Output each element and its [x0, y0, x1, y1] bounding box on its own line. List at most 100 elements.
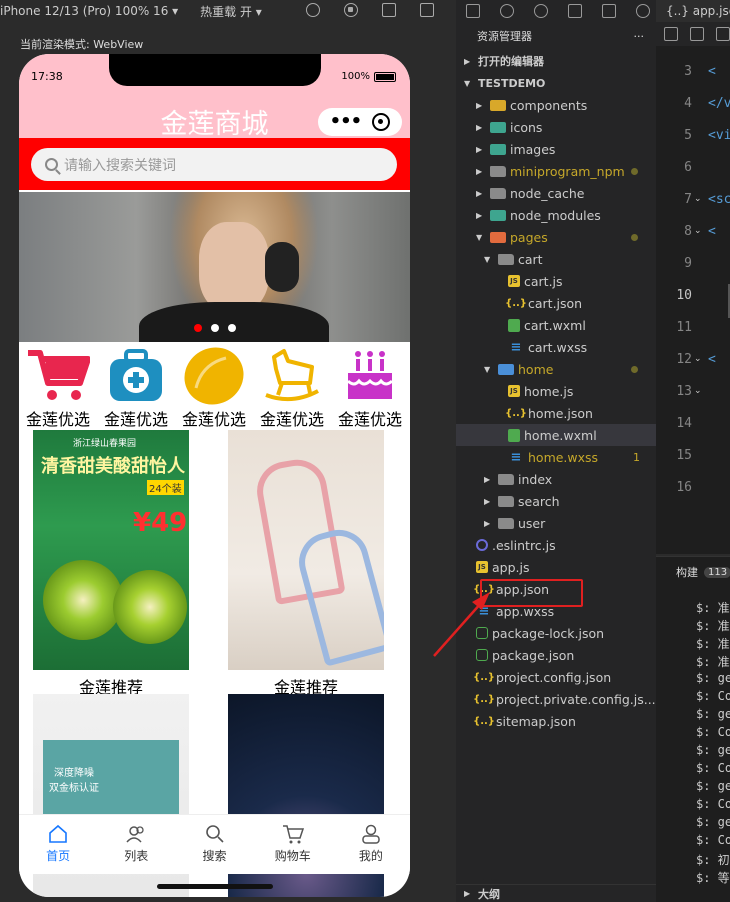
chevron-right-icon: ▶ — [464, 889, 471, 898]
tree-item[interactable]: ▶ components — [456, 94, 656, 116]
tree-item[interactable]: {..} home.json — [456, 402, 656, 424]
close-miniprogram-icon[interactable] — [372, 113, 391, 131]
fold-chevron-icon[interactable]: ⌄ — [694, 354, 702, 364]
outline-section[interactable]: ▶ 大纲 — [456, 884, 656, 902]
menu-capsule[interactable]: ••• — [318, 108, 402, 136]
category-item[interactable]: 金莲优选 — [253, 344, 331, 432]
terminal-line: $: 准备 — [696, 601, 730, 615]
tree-item-label: sitemap.json — [496, 713, 576, 729]
tree-item[interactable]: home.wxml — [456, 424, 656, 446]
more-actions-button[interactable]: ··· — [634, 30, 645, 43]
category-item[interactable]: 金莲优选 — [19, 344, 97, 432]
json-icon: {..} — [505, 297, 527, 309]
source-control-icon[interactable] — [534, 4, 548, 18]
category-item[interactable]: 金莲优选 — [331, 344, 409, 432]
stop-icon[interactable] — [344, 3, 358, 17]
tree-item[interactable]: cart.wxml — [456, 314, 656, 336]
tree-item[interactable]: JS home.js — [456, 380, 656, 402]
tree-item[interactable]: ▶ node_modules — [456, 204, 656, 226]
tree-item[interactable]: ≡ cart.wxss — [456, 336, 656, 358]
image-tag: 24个装 — [147, 480, 184, 495]
tree-item-label: index — [518, 471, 553, 487]
chevron-down-icon: ▼ — [484, 254, 491, 264]
tree-item[interactable]: ≡ home.wxss 1 — [456, 446, 656, 468]
project-section[interactable]: ▼ TESTDEMO — [456, 72, 656, 94]
tree-item[interactable]: JS app.js — [456, 556, 656, 578]
tab-search[interactable]: 搜索 — [175, 815, 253, 874]
tree-item[interactable]: ▶ search — [456, 490, 656, 512]
tree-item[interactable]: {..} sitemap.json — [456, 710, 656, 732]
tree-item[interactable]: .eslintrc.js — [456, 534, 656, 556]
navigation-bar: 金莲商城 ••• — [19, 98, 410, 140]
tree-item-label: components — [510, 97, 588, 113]
hot-reload-toggle[interactable]: 热重载 开 ▾ — [200, 3, 262, 20]
open-editors-section[interactable]: ▶ 打开的编辑器 — [456, 50, 656, 72]
fold-chevron-icon[interactable]: ⌄ — [694, 194, 702, 204]
phone-icon[interactable] — [382, 3, 396, 17]
product-card[interactable]: 金莲推荐 — [228, 430, 384, 698]
cart-icon — [254, 823, 332, 845]
product-card[interactable]: 浙江绿山春果园 清香甜美酸甜怡人 24个装 ¥49.9 金莲推荐 — [33, 430, 189, 698]
simulator-tool-icons — [306, 3, 434, 17]
search-icon[interactable] — [500, 4, 514, 18]
tree-item[interactable]: ▼ pages — [456, 226, 656, 248]
fold-chevron-icon[interactable]: ⌄ — [694, 386, 702, 396]
swiper-dot[interactable] — [193, 324, 202, 332]
editor-tab[interactable]: {..} app.json — [656, 0, 730, 22]
tree-item-label: search — [518, 493, 560, 509]
tree-item[interactable]: {..} project.config.json — [456, 666, 656, 688]
panel-tab[interactable]: 构建 113 — [656, 557, 730, 587]
swiper-dot[interactable] — [227, 324, 236, 332]
list-icon[interactable] — [664, 27, 678, 41]
tree-item[interactable]: JS cart.js — [456, 270, 656, 292]
refresh-icon[interactable] — [306, 3, 320, 17]
js-icon: JS — [508, 385, 520, 397]
tree-item[interactable]: ▶ images — [456, 138, 656, 160]
search-bar: 请输入搜索关键词 — [19, 138, 410, 190]
line-number: 16 — [676, 480, 692, 495]
tree-item-label: package.json — [492, 647, 575, 663]
code-line: < — [708, 64, 716, 79]
tree-item[interactable]: {..} project.private.config.js... — [456, 688, 656, 710]
tree-item[interactable]: ▼ home — [456, 358, 656, 380]
banner-swiper[interactable] — [19, 192, 410, 342]
tab-home[interactable]: 首页 — [19, 815, 97, 874]
tree-item[interactable]: ▶ miniprogram_npm — [456, 160, 656, 182]
search-input[interactable]: 请输入搜索关键词 — [31, 148, 397, 181]
chevron-right-icon: ▶ — [464, 56, 471, 66]
extensions-icon[interactable] — [568, 4, 582, 18]
terminal-line: $: 准备 — [696, 619, 730, 633]
tree-item[interactable]: ▶ icons — [456, 116, 656, 138]
tree-item[interactable]: ▼ cart — [456, 248, 656, 270]
folder-icon — [498, 517, 514, 529]
tree-item[interactable]: ▶ user — [456, 512, 656, 534]
tree-item-label: images — [510, 141, 556, 157]
device-selector[interactable]: iPhone 12/13 (Pro) 100% 16 ▾ — [0, 4, 178, 18]
rocking-horse-icon — [253, 344, 331, 406]
banner-face — [199, 222, 269, 312]
chevron-right-icon: ▶ — [484, 518, 491, 528]
category-item[interactable]: 金莲优选 — [97, 344, 175, 432]
tree-item[interactable]: {..} cart.json — [456, 292, 656, 314]
storage-icon[interactable] — [602, 4, 616, 18]
bookmark-icon[interactable] — [690, 27, 704, 41]
tab-list[interactable]: 列表 — [97, 815, 175, 874]
chevron-right-icon: ▶ — [476, 122, 483, 132]
tree-item[interactable]: ▶ index — [456, 468, 656, 490]
swiper-dot[interactable] — [210, 324, 219, 332]
files-icon[interactable] — [466, 4, 480, 18]
tab-cart[interactable]: 购物车 — [254, 815, 332, 874]
category-label: 金莲优选 — [337, 410, 402, 429]
category-item[interactable]: 金莲优选 — [175, 344, 253, 432]
back-icon[interactable] — [716, 27, 730, 41]
window-icon[interactable] — [420, 3, 434, 17]
docker-icon[interactable] — [636, 4, 650, 18]
folder-icon — [498, 495, 514, 507]
more-dots-icon[interactable]: ••• — [330, 113, 363, 131]
tab-user[interactable]: 我的 — [332, 815, 410, 874]
fold-chevron-icon[interactable]: ⌄ — [694, 226, 702, 236]
code-editor[interactable]: 3 <4 </v 5 <vi 6 7 ⌄ <sc 8 ⌄ <9 10 11 12 ⌄ <13 ⌄ 14 15 16 — [656, 46, 730, 554]
folder-icon — [490, 187, 506, 199]
render-mode-label: 当前渲染模式: WebView — [20, 38, 144, 51]
tree-item[interactable]: ▶ node_cache — [456, 182, 656, 204]
